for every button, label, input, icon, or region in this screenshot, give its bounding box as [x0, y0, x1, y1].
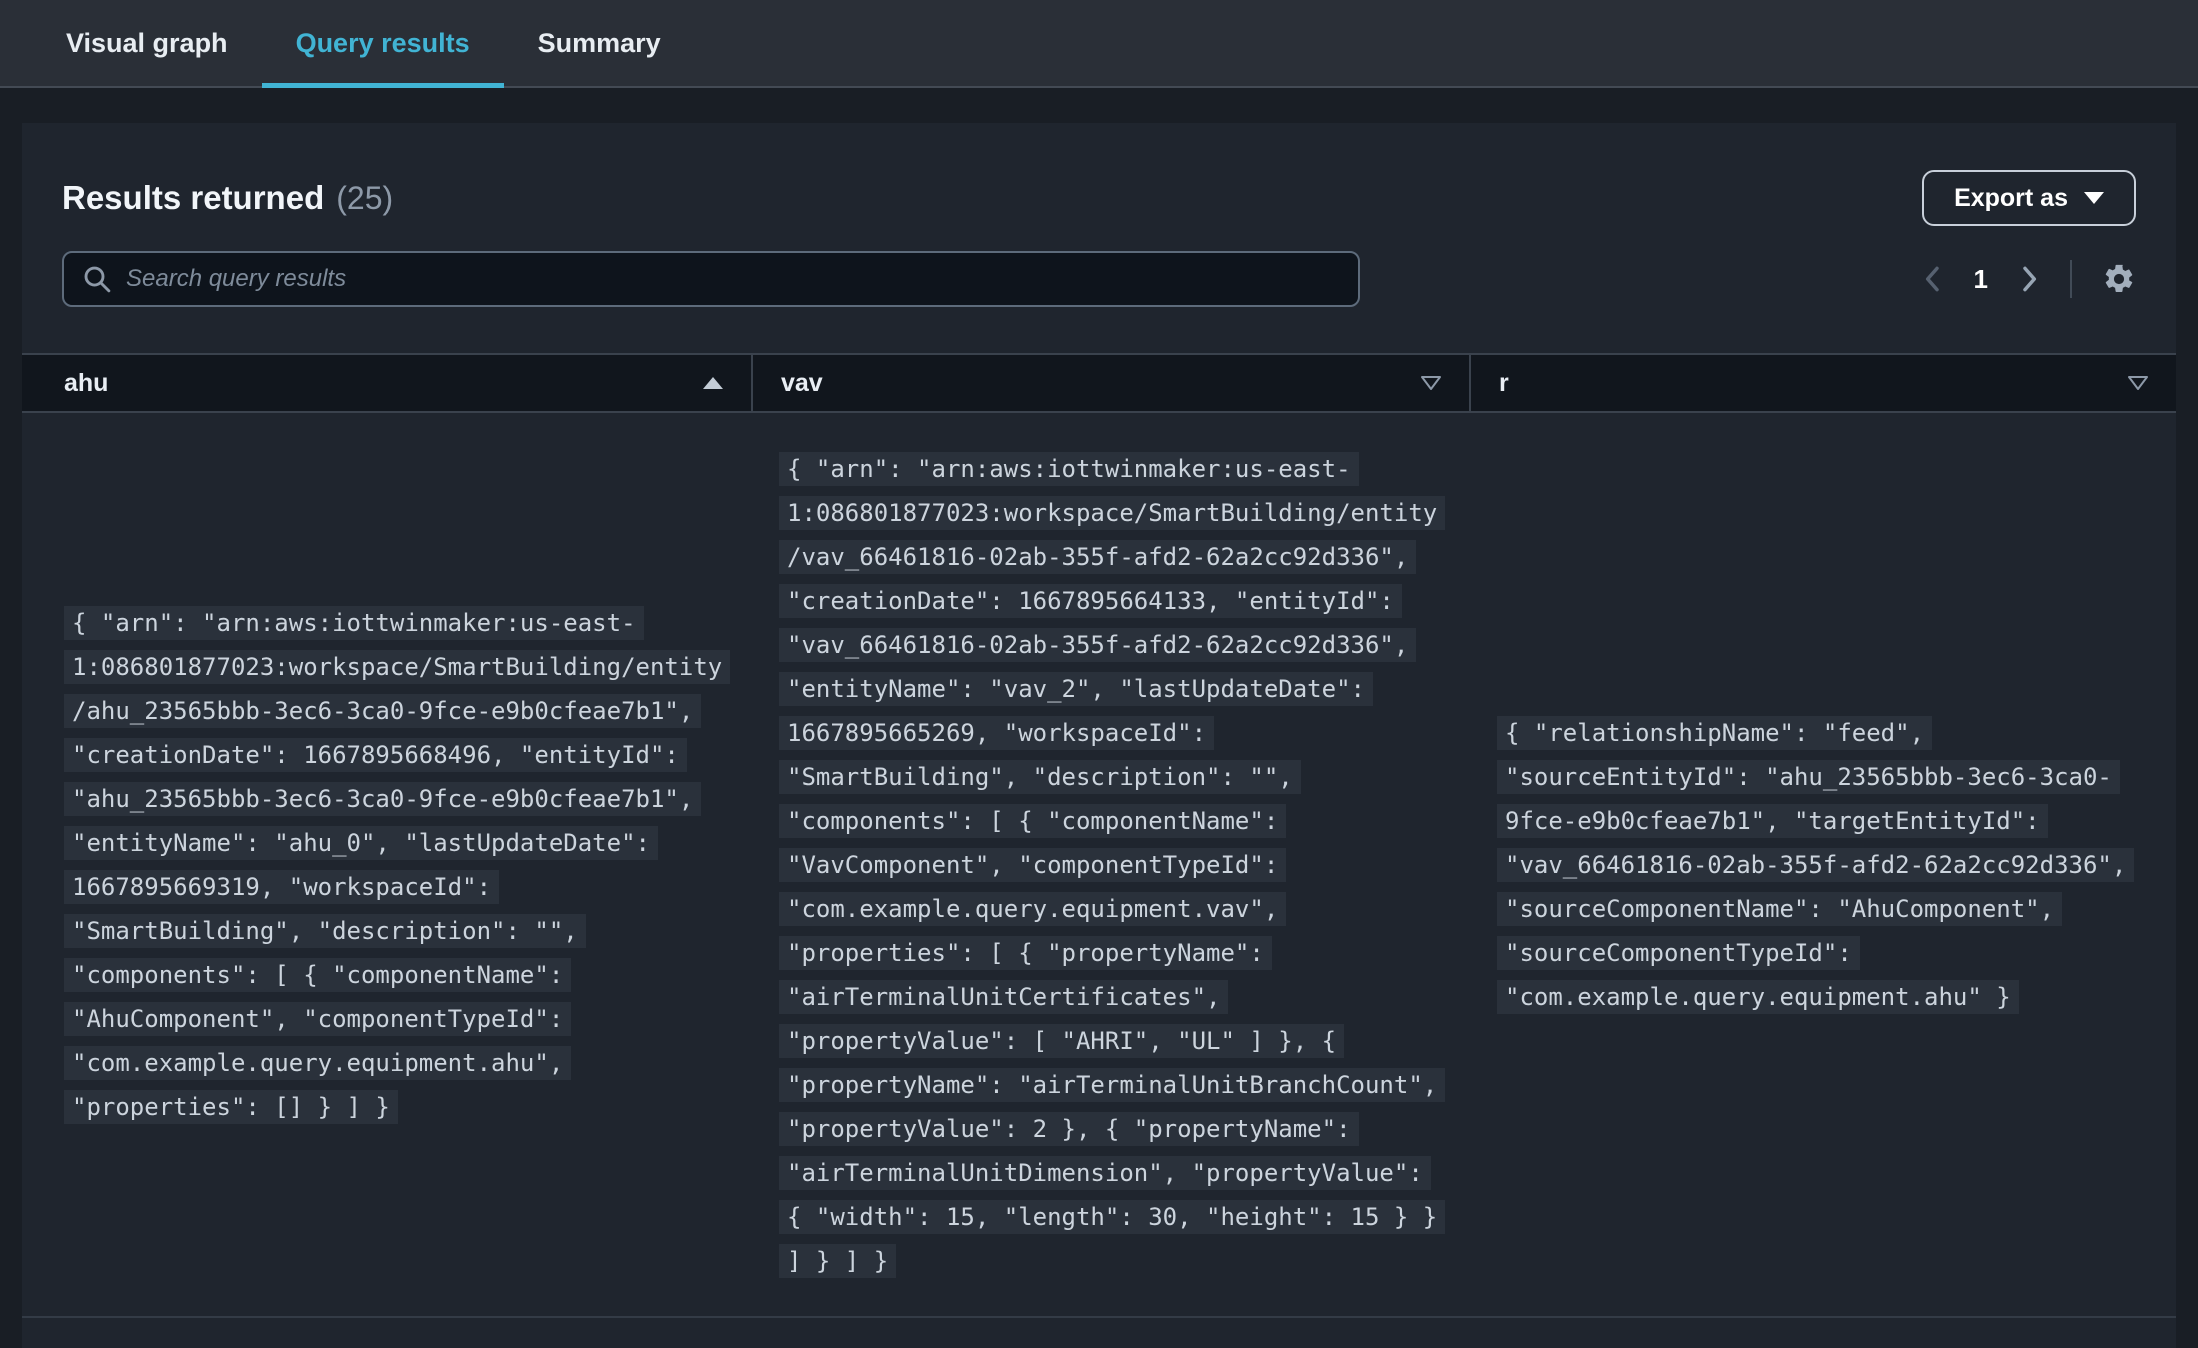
caret-down-icon [2084, 192, 2104, 204]
tab-query-results[interactable]: Query results [261, 0, 504, 88]
current-page-number[interactable]: 1 [1974, 264, 1988, 295]
cell-vav: { "arn": "arn:aws:iottwinmaker:us-east-1… [751, 413, 1469, 1316]
next-page-button[interactable] [2018, 263, 2040, 295]
sortable-icon [2126, 375, 2150, 391]
query-results-panel: Results returned (25) Export as Search q… [22, 123, 2176, 1348]
cell-r-json: { "relationshipName": "feed", "sourceEnt… [1497, 715, 2135, 1014]
cell-vav-json: { "arn": "arn:aws:iottwinmaker:us-east-1… [779, 451, 1446, 1278]
table-row: { "arn": "arn:aws:iottwinmaker:us-east-1… [22, 413, 2176, 1318]
column-label-vav: vav [781, 368, 823, 397]
gear-icon [2102, 262, 2136, 296]
table-header-row: ahu vav r [22, 353, 2176, 413]
search-input[interactable] [126, 265, 1340, 293]
tab-summary[interactable]: Summary [504, 0, 695, 86]
pagination-divider [2070, 260, 2072, 298]
column-header-ahu[interactable]: ahu [22, 355, 751, 411]
panel-header: Results returned (25) Export as [22, 123, 2176, 226]
sortable-icon [1419, 375, 1443, 391]
cell-ahu-json: { "arn": "arn:aws:iottwinmaker:us-east-1… [64, 605, 731, 1124]
chevron-right-icon [2018, 263, 2040, 295]
page-title: Results returned [62, 179, 325, 216]
export-as-label: Export as [1954, 183, 2068, 212]
column-label-ahu: ahu [64, 368, 109, 397]
results-count: (25) [336, 180, 394, 216]
cell-ahu: { "arn": "arn:aws:iottwinmaker:us-east-1… [22, 413, 751, 1316]
previous-page-button[interactable] [1922, 263, 1944, 295]
table-controls: 1 [22, 251, 2176, 307]
search-box [62, 251, 1360, 307]
export-as-button[interactable]: Export as [1922, 170, 2136, 226]
preferences-button[interactable] [2102, 262, 2136, 296]
chevron-left-icon [1922, 263, 1944, 295]
sort-ascending-icon [701, 375, 725, 391]
query-results-table: ahu vav r {"arn": "arn:aws:iottwinmaker… [22, 353, 2176, 1318]
column-header-r[interactable]: r [1469, 355, 2176, 411]
cell-r: { "relationshipName": "feed", "sourceEnt… [1469, 413, 2176, 1316]
column-label-r: r [1499, 368, 1509, 397]
column-header-vav[interactable]: vav [751, 355, 1469, 411]
tab-visual-graph[interactable]: Visual graph [32, 0, 262, 86]
pagination: 1 [1922, 260, 2136, 298]
tab-bar: Visual graph Query results Summary [0, 0, 2198, 88]
search-icon [82, 264, 112, 294]
